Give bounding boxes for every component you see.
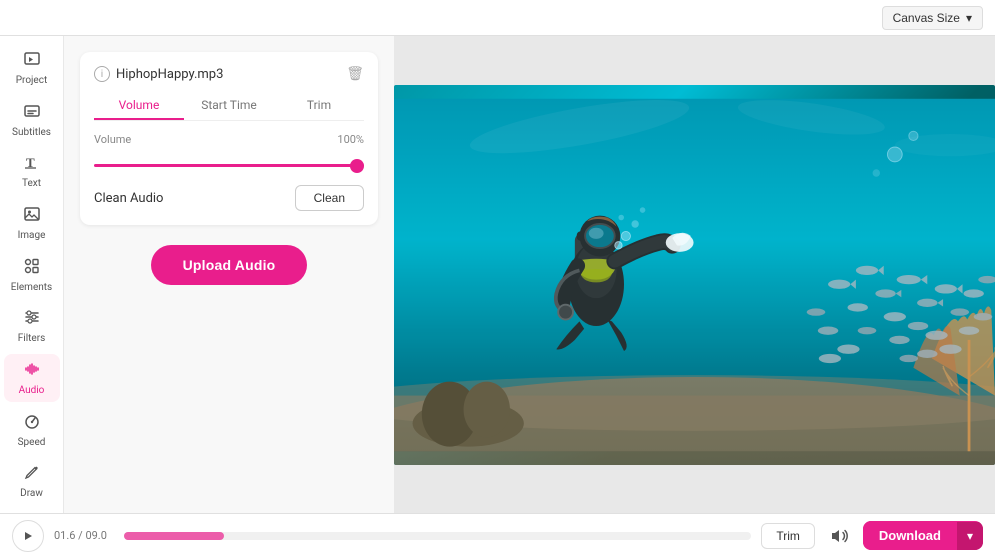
download-button-group[interactable]: Download ▾	[863, 521, 983, 550]
tab-volume[interactable]: Volume	[94, 92, 184, 120]
download-dropdown-button[interactable]: ▾	[957, 522, 983, 550]
volume-icon-button[interactable]	[825, 522, 853, 550]
trash-icon[interactable]: 🗑	[346, 66, 364, 82]
sidebar-item-speed[interactable]: Speed	[4, 406, 60, 454]
top-bar: Canvas Size ▾	[0, 0, 995, 36]
audio-filename-row: i HiphopHappy.mp3	[94, 66, 223, 82]
audio-filename-text: HiphopHappy.mp3	[116, 67, 223, 82]
sidebar-item-label-draw: Draw	[20, 488, 43, 499]
sidebar: Project Subtitles T Text	[0, 36, 64, 513]
sidebar-item-elements[interactable]: Elements	[4, 251, 60, 299]
sidebar-item-image[interactable]: Image	[4, 199, 60, 247]
clean-audio-row: Clean Audio Clean	[94, 181, 364, 211]
tab-start-time[interactable]: Start Time	[184, 92, 274, 120]
timeline-progress	[124, 532, 224, 540]
canvas-area	[394, 36, 995, 513]
volume-slider[interactable]	[94, 164, 364, 167]
sidebar-item-label-image: Image	[18, 230, 46, 241]
audio-panel: i HiphopHappy.mp3 🗑 Volume Start Time Tr…	[64, 36, 394, 513]
audio-card: i HiphopHappy.mp3 🗑 Volume Start Time Tr…	[80, 52, 378, 225]
sidebar-item-label-elements: Elements	[11, 282, 52, 293]
text-icon: T	[23, 153, 41, 175]
draw-icon	[23, 463, 41, 485]
volume-label: Volume	[94, 133, 131, 146]
chevron-down-icon: ▾	[966, 11, 972, 25]
sidebar-item-filters[interactable]: Filters	[4, 302, 60, 350]
trim-button[interactable]: Trim	[761, 523, 815, 549]
sidebar-item-subtitles[interactable]: Subtitles	[4, 96, 60, 144]
sidebar-item-label-speed: Speed	[18, 437, 46, 448]
speed-icon	[23, 412, 41, 434]
time-display: 01.6 / 09.0	[54, 529, 114, 542]
elements-icon	[23, 257, 41, 279]
clean-button[interactable]: Clean	[295, 185, 364, 211]
filters-icon	[23, 308, 41, 330]
canvas-size-label: Canvas Size	[893, 11, 960, 25]
audio-tabs: Volume Start Time Trim	[94, 92, 364, 121]
upload-audio-button[interactable]: Upload Audio	[151, 245, 308, 285]
sidebar-item-label-text: Text	[22, 178, 41, 189]
sidebar-item-label-project: Project	[16, 75, 48, 86]
download-main-button[interactable]: Download	[863, 521, 957, 550]
main-layout: Project Subtitles T Text	[0, 36, 995, 513]
canvas-size-button[interactable]: Canvas Size ▾	[882, 6, 983, 30]
sidebar-item-audio[interactable]: Audio	[4, 354, 60, 402]
clean-audio-label: Clean Audio	[94, 191, 163, 206]
sidebar-item-draw[interactable]: Draw	[4, 457, 60, 505]
sidebar-item-label-filters: Filters	[18, 333, 46, 344]
audio-card-header: i HiphopHappy.mp3 🗑	[94, 66, 364, 82]
sidebar-item-label-audio: Audio	[19, 385, 45, 396]
info-icon: i	[94, 66, 110, 82]
volume-value: 100%	[337, 133, 364, 146]
play-button[interactable]	[12, 520, 44, 552]
bottom-bar: 01.6 / 09.0 Trim Download ▾	[0, 513, 995, 557]
volume-row: Volume 100%	[94, 133, 364, 146]
timeline-track[interactable]	[124, 532, 751, 540]
sidebar-item-text[interactable]: T Text	[4, 147, 60, 195]
sidebar-item-project[interactable]: Project	[4, 44, 60, 92]
canvas-image	[394, 85, 995, 465]
audio-icon	[23, 360, 41, 382]
image-icon	[23, 205, 41, 227]
tab-trim[interactable]: Trim	[274, 92, 364, 120]
sidebar-item-label-subtitles: Subtitles	[12, 127, 51, 138]
subtitles-icon	[23, 102, 41, 124]
project-icon	[23, 50, 41, 72]
